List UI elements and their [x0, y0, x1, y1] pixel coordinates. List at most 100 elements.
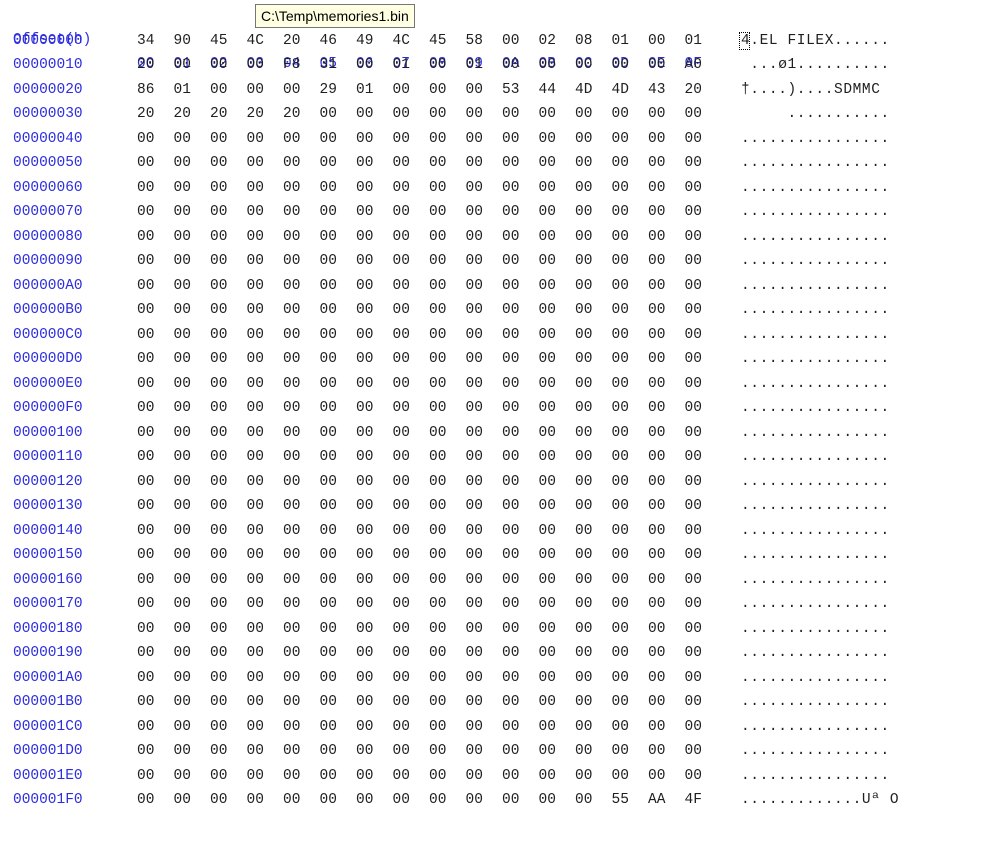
hex-byte[interactable]: 00	[247, 151, 271, 175]
hex-byte[interactable]: 00	[502, 690, 526, 714]
ascii-text[interactable]: ................	[741, 666, 890, 690]
hex-byte[interactable]: 00	[502, 225, 526, 249]
hex-byte[interactable]: 00	[502, 617, 526, 641]
hex-byte[interactable]: 00	[429, 690, 453, 714]
hex-byte[interactable]: 00	[283, 715, 307, 739]
hex-byte[interactable]: 00	[393, 298, 417, 322]
hex-byte[interactable]: 00	[685, 347, 709, 371]
hex-byte[interactable]: 00	[137, 151, 161, 175]
hex-byte[interactable]: 00	[429, 200, 453, 224]
hex-byte[interactable]: 00	[466, 666, 490, 690]
ascii-text[interactable]: ...........	[741, 102, 890, 126]
hex-byte[interactable]: 00	[575, 592, 599, 616]
hex-byte[interactable]: 00	[539, 788, 563, 812]
hex-byte[interactable]: 00	[648, 592, 672, 616]
hex-byte[interactable]: 00	[320, 715, 344, 739]
hex-byte[interactable]: 00	[356, 176, 380, 200]
hex-byte[interactable]: 00	[575, 715, 599, 739]
ascii-text[interactable]: ................	[741, 298, 890, 322]
hex-byte[interactable]: 00	[466, 225, 490, 249]
hex-byte[interactable]: 00	[539, 470, 563, 494]
hex-byte[interactable]: 00	[393, 715, 417, 739]
hex-byte[interactable]: 00	[174, 519, 198, 543]
hex-byte[interactable]: 00	[575, 249, 599, 273]
hex-byte[interactable]: 00	[320, 421, 344, 445]
hex-byte[interactable]: 00	[283, 127, 307, 151]
hex-byte[interactable]: F8	[283, 53, 307, 77]
hex-byte[interactable]: 00	[210, 764, 234, 788]
hex-byte[interactable]: 00	[575, 470, 599, 494]
hex-byte[interactable]: 00	[502, 739, 526, 763]
hex-byte[interactable]: 00	[648, 470, 672, 494]
hex-byte[interactable]: 00	[247, 690, 271, 714]
hex-byte[interactable]: 4D	[612, 78, 636, 102]
hex-byte[interactable]: 20	[174, 102, 198, 126]
hex-byte[interactable]: 00	[429, 592, 453, 616]
hex-byte[interactable]: 00	[502, 666, 526, 690]
hex-byte[interactable]: 00	[539, 249, 563, 273]
hex-byte[interactable]: 00	[320, 470, 344, 494]
hex-byte[interactable]: 00	[575, 200, 599, 224]
hex-byte[interactable]: 00	[137, 225, 161, 249]
hex-byte[interactable]: 00	[393, 543, 417, 567]
hex-byte[interactable]: 00	[429, 421, 453, 445]
hex-byte[interactable]: 45	[210, 29, 234, 53]
hex-byte[interactable]: 00	[356, 421, 380, 445]
hex-byte[interactable]: 00	[247, 592, 271, 616]
hex-byte[interactable]: 00	[320, 739, 344, 763]
hex-byte[interactable]: 00	[466, 274, 490, 298]
hex-byte[interactable]: 00	[612, 690, 636, 714]
ascii-text[interactable]: ................	[741, 421, 890, 445]
hex-byte[interactable]: 00	[466, 151, 490, 175]
hex-byte[interactable]: 00	[174, 641, 198, 665]
hex-byte[interactable]: 00	[466, 788, 490, 812]
hex-byte[interactable]: 00	[283, 274, 307, 298]
hex-byte[interactable]: 00	[539, 372, 563, 396]
hex-byte[interactable]: 00	[320, 519, 344, 543]
hex-byte[interactable]: 00	[137, 396, 161, 420]
hex-byte[interactable]: 00	[429, 617, 453, 641]
ascii-text[interactable]: ................	[741, 568, 890, 592]
hex-byte[interactable]: 00	[247, 470, 271, 494]
hex-byte[interactable]: 00	[356, 102, 380, 126]
hex-byte[interactable]: 00	[648, 690, 672, 714]
hex-byte[interactable]: 00	[648, 225, 672, 249]
hex-byte[interactable]: 00	[502, 445, 526, 469]
hex-byte[interactable]: 00	[429, 176, 453, 200]
ascii-text[interactable]: 4.EL FILEX......	[741, 29, 890, 53]
hex-byte[interactable]: 00	[685, 543, 709, 567]
hex-byte[interactable]: 00	[612, 519, 636, 543]
hex-byte[interactable]: 00	[320, 225, 344, 249]
hex-byte[interactable]: 00	[137, 690, 161, 714]
hex-byte[interactable]: 00	[429, 445, 453, 469]
hex-byte[interactable]: 00	[393, 249, 417, 273]
hex-byte[interactable]: 00	[466, 347, 490, 371]
hex-byte[interactable]: 00	[429, 274, 453, 298]
hex-byte[interactable]: 00	[648, 641, 672, 665]
hex-byte[interactable]: 00	[393, 421, 417, 445]
hex-byte[interactable]: 00	[393, 690, 417, 714]
hex-byte[interactable]: 00	[502, 494, 526, 518]
hex-byte[interactable]: 00	[466, 372, 490, 396]
hex-byte[interactable]: 00	[393, 592, 417, 616]
hex-byte[interactable]: 00	[137, 200, 161, 224]
hex-byte[interactable]: 00	[648, 298, 672, 322]
hex-byte[interactable]: 00	[685, 641, 709, 665]
hex-byte[interactable]: 00	[283, 788, 307, 812]
hex-byte[interactable]: 00	[539, 568, 563, 592]
hex-byte[interactable]: 00	[502, 274, 526, 298]
hex-byte[interactable]: 00	[210, 445, 234, 469]
hex-byte[interactable]: 20	[137, 102, 161, 126]
hex-byte[interactable]: 00	[137, 568, 161, 592]
hex-byte[interactable]: 00	[575, 347, 599, 371]
hex-byte[interactable]: 00	[247, 78, 271, 102]
hex-byte[interactable]: 00	[247, 347, 271, 371]
hex-byte[interactable]: 00	[429, 666, 453, 690]
hex-byte[interactable]: 00	[502, 470, 526, 494]
hex-byte[interactable]: 00	[356, 225, 380, 249]
hex-byte[interactable]: 00	[575, 225, 599, 249]
hex-byte[interactable]: 00	[466, 641, 490, 665]
hex-byte[interactable]: 01	[466, 53, 490, 77]
hex-byte[interactable]: 00	[648, 102, 672, 126]
hex-byte[interactable]: 00	[393, 396, 417, 420]
